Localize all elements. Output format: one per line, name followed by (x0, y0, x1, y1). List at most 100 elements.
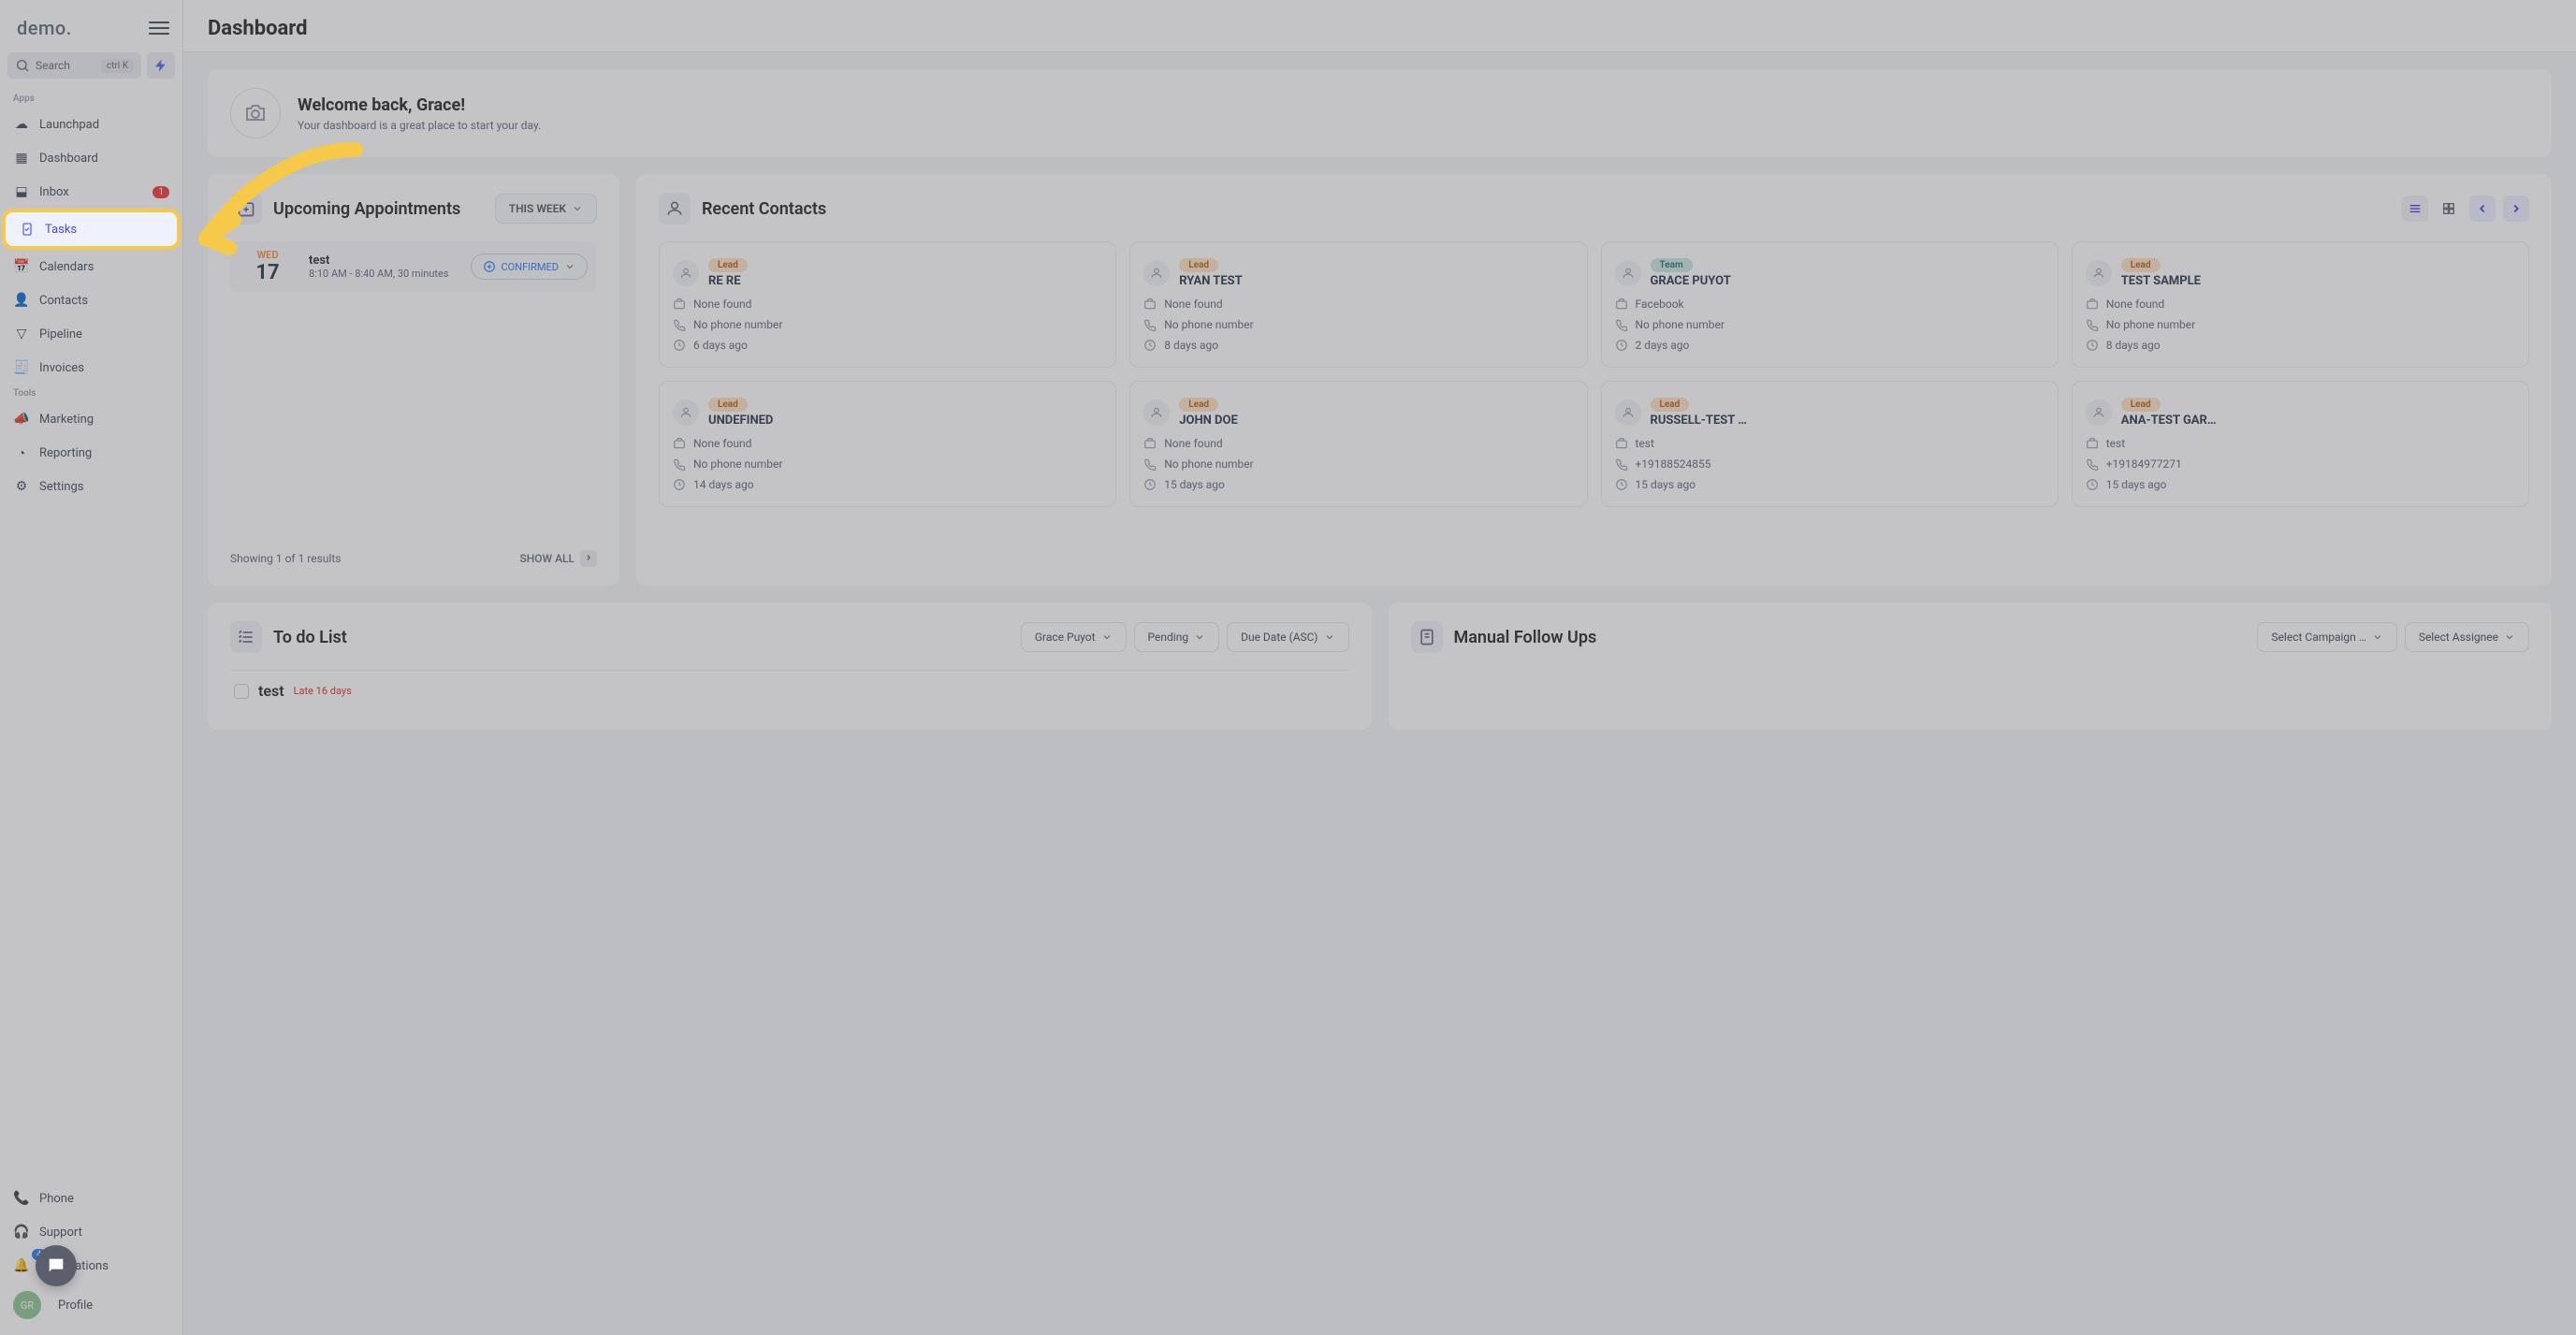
welcome-sub: Your dashboard is a great place to start… (298, 119, 541, 132)
sidebar-item-dashboard[interactable]: ▦ Dashboard (0, 141, 182, 175)
search-icon (15, 58, 30, 73)
search-input[interactable]: Search ctrl K (7, 52, 141, 79)
todo-item[interactable]: test Late 16 days (230, 670, 1349, 711)
quick-action-button[interactable] (147, 52, 175, 79)
contact-card[interactable]: Lead RUSSELL-TEST … test +19188524855 15… (1601, 381, 2059, 507)
todo-card: To do List Grace Puyot Pending Due Date … (208, 602, 1372, 730)
sidebar-item-invoices[interactable]: 🧾 Invoices (0, 351, 182, 385)
sidebar-item-reporting[interactable]: ◔ Reporting (0, 436, 182, 470)
results-count: Showing 1 of 1 results (230, 552, 341, 565)
checkbox[interactable] (234, 684, 249, 699)
sidebar-item-notifications[interactable]: 🔔 Notifications 4 (0, 1249, 182, 1283)
clock-icon (673, 478, 686, 491)
menu-toggle-button[interactable] (149, 22, 169, 35)
sidebar-item-phone[interactable]: 📞 Phone (0, 1182, 182, 1215)
contact-phone: No phone number (1615, 318, 2045, 331)
list-view-button[interactable] (2402, 196, 2428, 222)
chat-widget-button[interactable] (36, 1245, 77, 1286)
phone-icon (1615, 318, 1628, 331)
todo-item-name: test (258, 682, 284, 700)
followup-assignee-select[interactable]: Select Assignee (2405, 622, 2529, 652)
todo-filter-status[interactable]: Pending (1134, 622, 1220, 652)
contact-phone: No phone number (673, 318, 1102, 331)
search-label: Search (36, 59, 70, 72)
contact-card[interactable]: Lead RYAN TEST None found No phone numbe… (1129, 241, 1587, 368)
contact-name: TEST SAMPLE (2121, 274, 2201, 288)
sidebar-item-profile[interactable]: GR Profile (0, 1283, 182, 1328)
contact-company: test (1615, 437, 2045, 450)
avatar-icon (2086, 260, 2112, 286)
show-all-button[interactable]: SHOW ALL (519, 550, 597, 567)
sidebar-item-label: Dashboard (39, 152, 98, 166)
filter-label: Pending (1148, 631, 1189, 644)
sidebar-item-label: Calendars (39, 260, 94, 274)
clock-icon (1615, 339, 1628, 352)
contact-name: RUSSELL-TEST … (1651, 414, 1747, 428)
appointment-status[interactable]: CONFIRMED (471, 254, 589, 280)
calendar-plus-icon (230, 193, 262, 225)
calendars-icon: 📅 (13, 258, 30, 275)
phone-icon: 📞 (13, 1190, 30, 1207)
sidebar-item-marketing[interactable]: 📣 Marketing (0, 402, 182, 436)
avatar-icon (673, 399, 699, 426)
contact-name: UNDEFINED (708, 414, 773, 428)
profile-photo-button[interactable] (230, 88, 281, 138)
sidebar-item-label: Launchpad (39, 118, 99, 132)
sidebar-item-tasks[interactable]: Tasks (6, 212, 177, 246)
contact-name: GRACE PUYOT (1651, 274, 1731, 288)
contact-card[interactable]: Lead JOHN DOE None found No phone number… (1129, 381, 1587, 507)
sidebar-item-pipeline[interactable]: ▽ Pipeline (0, 317, 182, 351)
filter-label: Select Campaign … (2271, 631, 2365, 644)
appointment-daynum: 17 (240, 261, 296, 284)
sidebar-item-inbox[interactable]: ⬓ Inbox 1 (0, 175, 182, 209)
todo-filter-sort[interactable]: Due Date (ASC) (1227, 622, 1348, 652)
todo-title: To do List (273, 628, 347, 647)
contact-card[interactable]: Lead TEST SAMPLE None found No phone num… (2072, 241, 2529, 368)
filter-label: Grace Puyot (1035, 631, 1096, 644)
prev-page-button[interactable] (2469, 196, 2496, 222)
chevron-left-icon (2476, 202, 2489, 215)
todo-filter-assignee[interactable]: Grace Puyot (1021, 622, 1127, 652)
briefcase-icon (673, 297, 686, 311)
sidebar-item-contacts[interactable]: 👤 Contacts (0, 283, 182, 317)
sidebar-item-label: Support (39, 1226, 82, 1240)
sidebar: demo. Search ctrl K Apps ☁ Launchpad ▦ D… (0, 0, 183, 1335)
todo-item-due: Late 16 days (294, 685, 352, 697)
contact-card[interactable]: Lead ANA-TEST GAR… test +19184977271 15 … (2072, 381, 2529, 507)
contact-time: 8 days ago (1143, 339, 1573, 352)
recent-contacts-card: Recent Contacts (636, 174, 2552, 586)
grid-view-button[interactable] (2436, 196, 2462, 222)
show-all-label: SHOW ALL (519, 552, 575, 565)
contact-card[interactable]: Lead UNDEFINED None found No phone numbe… (659, 381, 1116, 507)
contact-tag: Lead (2121, 258, 2161, 272)
contact-card[interactable]: Lead RE RE None found No phone number 6 … (659, 241, 1116, 368)
contact-phone: No phone number (673, 457, 1102, 471)
search-shortcut: ctrl K (101, 59, 134, 73)
clock-icon (1615, 478, 1628, 491)
phone-icon (2086, 457, 2099, 471)
next-page-button[interactable] (2503, 196, 2529, 222)
pipeline-icon: ▽ (13, 326, 30, 342)
sidebar-item-support[interactable]: 🎧 Support (0, 1215, 182, 1249)
sidebar-item-launchpad[interactable]: ☁ Launchpad (0, 108, 182, 141)
sidebar-item-settings[interactable]: ⚙ Settings (0, 470, 182, 503)
appointments-filter[interactable]: THIS WEEK (495, 194, 597, 224)
appointment-name: test (309, 254, 449, 268)
contact-card[interactable]: Team GRACE PUYOT Facebook No phone numbe… (1601, 241, 2059, 368)
contact-company: None found (1143, 297, 1573, 311)
avatar-icon (2086, 399, 2112, 426)
followups-title: Manual Follow Ups (1454, 628, 1597, 647)
sidebar-item-calendars[interactable]: 📅 Calendars (0, 250, 182, 283)
welcome-card: Welcome back, Grace! Your dashboard is a… (208, 69, 2552, 157)
clock-icon (1143, 339, 1157, 352)
phone-icon (1615, 457, 1628, 471)
reporting-icon: ◔ (13, 444, 30, 461)
contact-phone: No phone number (2086, 318, 2515, 331)
contact-time: 15 days ago (1143, 478, 1573, 491)
followup-campaign-select[interactable]: Select Campaign … (2257, 622, 2396, 652)
contact-company: None found (673, 437, 1102, 450)
appointment-item[interactable]: WED 17 test 8:10 AM - 8:40 AM, 30 minute… (230, 241, 597, 292)
contact-company: None found (673, 297, 1102, 311)
tasks-icon (19, 221, 36, 238)
chevron-down-icon (2504, 631, 2515, 643)
